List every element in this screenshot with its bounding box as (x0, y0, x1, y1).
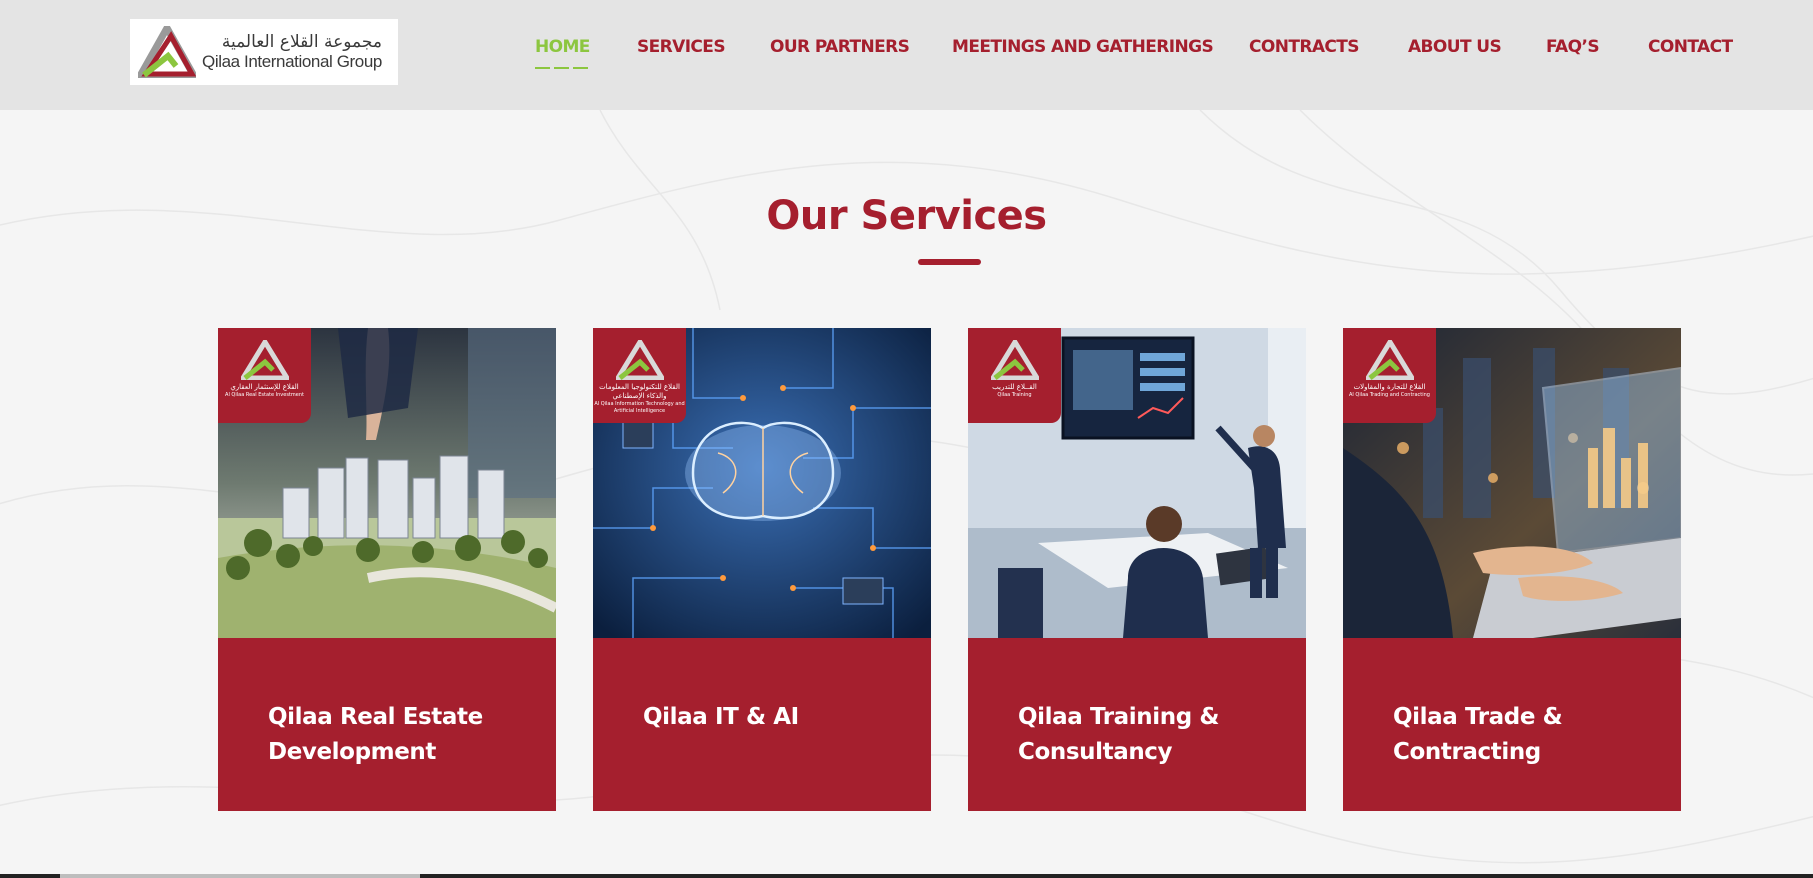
nav-contracts[interactable]: CONTRACTS (1249, 37, 1360, 57)
badge-logo-icon (240, 340, 289, 380)
badge-arabic-text: القلاع للتكنولوجيا المعلومات والذكاء الإ… (599, 383, 680, 400)
service-image-training: القــلاع للتدريب Qilaa Training (968, 328, 1306, 638)
service-badge-it-ai: القلاع للتكنولوجيا المعلومات والذكاء الإ… (593, 328, 686, 423)
badge-arabic-text: القلاع للإستثمار العقاري (230, 383, 299, 391)
badge-english-text: Al Qilaa Real Estate Investment (225, 392, 304, 398)
nav-contact[interactable]: CONTACT (1648, 37, 1733, 57)
service-card-trade[interactable]: القلاع للتجارة والمقاولات Al Qilaa Tradi… (1343, 328, 1681, 811)
service-card-it-ai[interactable]: القلاع للتكنولوجيا المعلومات والذكاء الإ… (593, 328, 931, 811)
service-badge-training: القــلاع للتدريب Qilaa Training (968, 328, 1061, 423)
badge-logo-icon (1365, 340, 1414, 380)
badge-arabic-text: القلاع للتجارة والمقاولات (1353, 383, 1426, 391)
service-title-it-ai: Qilaa IT & AI (643, 704, 799, 730)
section-title: Our Services (766, 193, 1047, 239)
service-title-real-estate: Qilaa Real Estate Development (268, 704, 483, 765)
badge-arabic-text: القــلاع للتدريب (992, 383, 1037, 391)
service-badge-trade: القلاع للتجارة والمقاولات Al Qilaa Tradi… (1343, 328, 1436, 423)
nav-home-label: HOME (535, 37, 590, 57)
nav-our-partners[interactable]: OUR PARTNERS (770, 37, 910, 57)
badge-logo-icon (615, 340, 664, 380)
service-title-trade: Qilaa Trade & Contracting (1393, 704, 1563, 765)
badge-english-text: Qilaa Training (997, 392, 1032, 398)
nav-meetings-and-gatherings[interactable]: MEETINGS AND GATHERINGS (952, 37, 1214, 57)
service-image-it-ai: القلاع للتكنولوجيا المعلومات والذكاء الإ… (593, 328, 931, 638)
title-underline (918, 259, 981, 265)
service-card-body: Qilaa IT & AI (593, 638, 931, 811)
nav-services[interactable]: SERVICES (637, 37, 726, 57)
main-navigation: HOME SERVICES OUR PARTNERS MEETINGS AND … (0, 0, 1813, 110)
scrollbar-thumb[interactable] (60, 874, 420, 878)
nav-faqs[interactable]: FAQ’S (1546, 37, 1600, 57)
service-badge-real-estate: القلاع للإستثمار العقاري Al Qilaa Real E… (218, 328, 311, 423)
nav-active-underline (535, 67, 588, 69)
service-card-body: Qilaa Trade & Contracting (1343, 638, 1681, 811)
service-card-real-estate[interactable]: القلاع للإستثمار العقاري Al Qilaa Real E… (218, 328, 556, 811)
service-card-body: Qilaa Real Estate Development (218, 638, 556, 811)
nav-home[interactable]: HOME (535, 37, 590, 69)
service-title-training: Qilaa Training & Consultancy (1018, 704, 1220, 765)
site-header: مجموعة القلاع العالمية Qilaa Internation… (0, 0, 1813, 110)
service-image-real-estate: القلاع للإستثمار العقاري Al Qilaa Real E… (218, 328, 556, 638)
service-image-trade: القلاع للتجارة والمقاولات Al Qilaa Tradi… (1343, 328, 1681, 638)
badge-english-text: Al Qilaa Trading and Contracting (1348, 392, 1430, 398)
nav-about-us[interactable]: ABOUT US (1408, 37, 1502, 57)
service-card-training[interactable]: القــلاع للتدريب Qilaa Training Qilaa Tr… (968, 328, 1306, 811)
badge-english-text: Al Qilaa Information Technology and Arti… (594, 401, 685, 414)
badge-logo-icon (990, 340, 1039, 380)
service-card-body: Qilaa Training & Consultancy (968, 638, 1306, 811)
horizontal-scrollbar[interactable] (0, 874, 1813, 878)
